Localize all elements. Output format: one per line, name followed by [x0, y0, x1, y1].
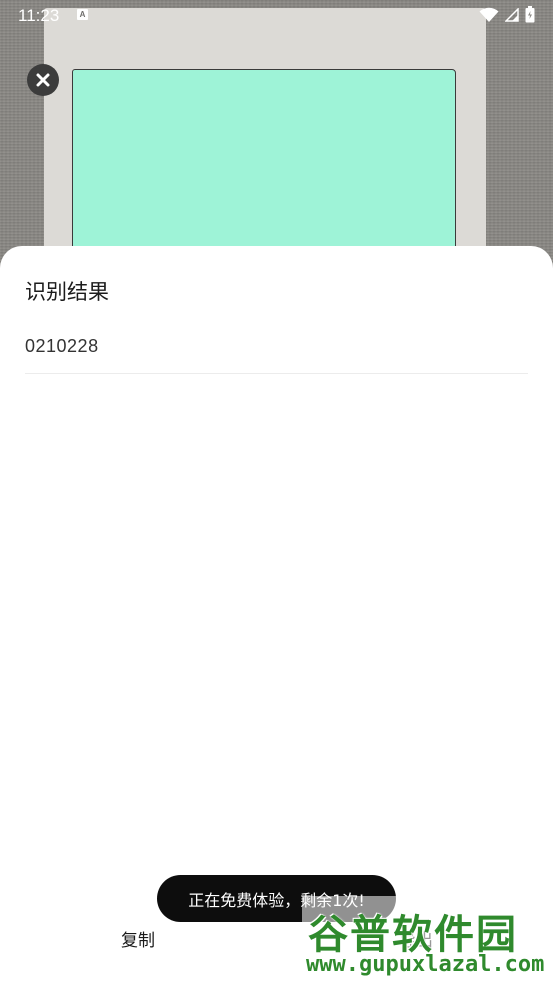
recognized-text[interactable]: 0210228 [25, 336, 99, 357]
divider [25, 373, 528, 374]
close-icon [36, 73, 50, 87]
watermark: 谷普软件园 www.gupuxlazal.com [302, 896, 553, 984]
status-icons [479, 6, 535, 23]
signal-icon [505, 7, 519, 22]
copy-button[interactable]: 复制 [100, 920, 176, 956]
result-sheet: 识别结果 0210228 复制 导出 [0, 246, 553, 984]
close-button[interactable] [27, 64, 59, 96]
wifi-icon [479, 7, 499, 22]
status-time: 11:23 [18, 6, 60, 25]
status-bar: 11:23 A [0, 0, 553, 30]
battery-icon [525, 6, 535, 23]
notification-icon: A [77, 9, 88, 20]
watermark-url: www.gupuxlazal.com [306, 952, 545, 977]
sheet-title: 识别结果 [25, 280, 109, 304]
